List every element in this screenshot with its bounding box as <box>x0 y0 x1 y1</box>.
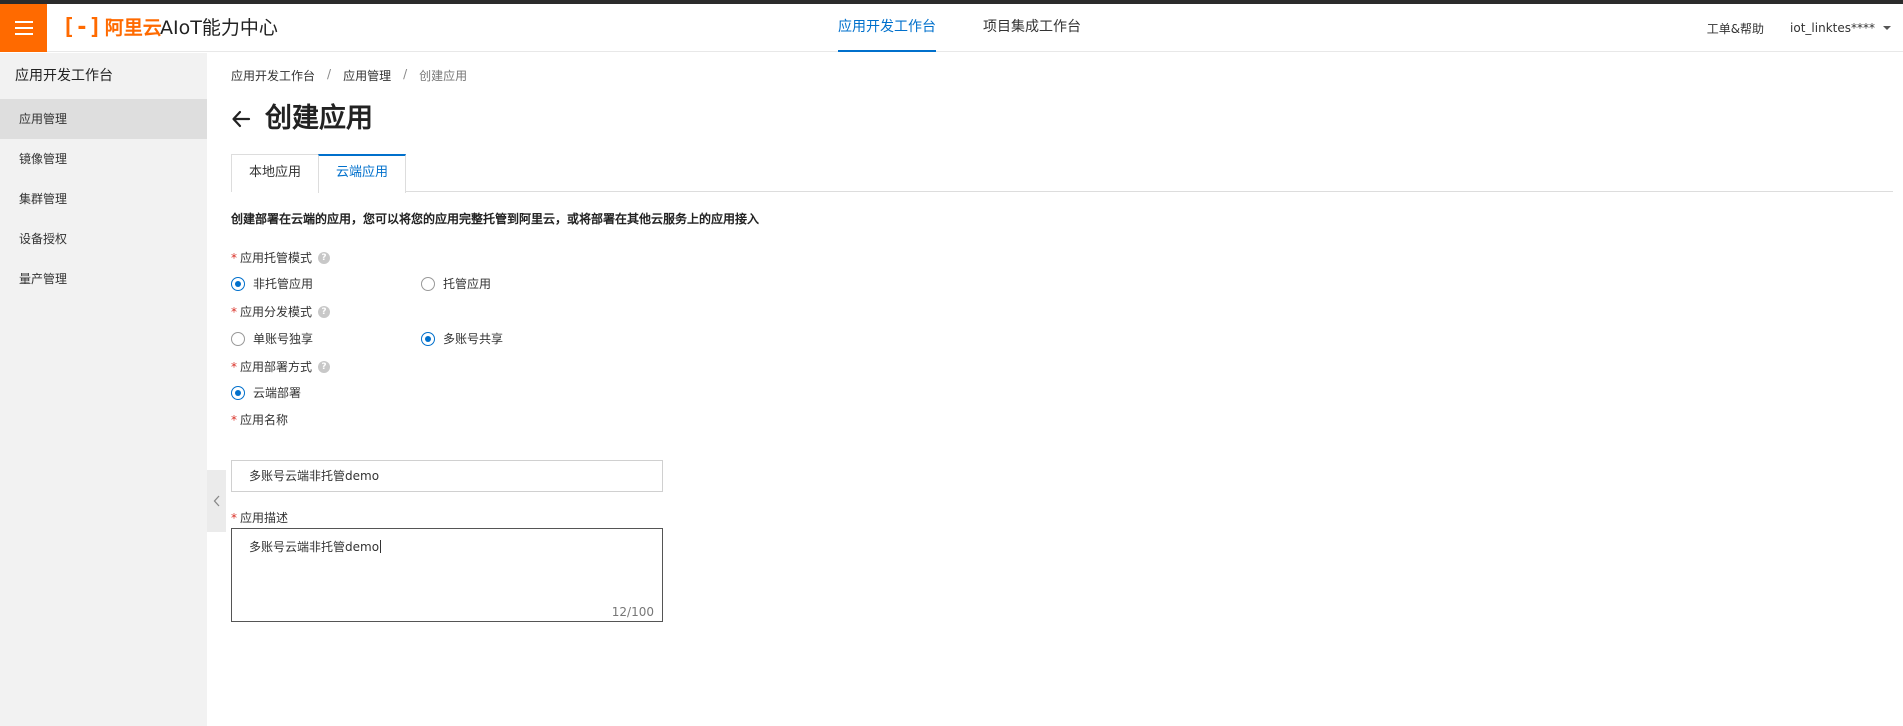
top-header: [-] 阿里云 AIoT能力中心 应用开发工作台 项目集成工作台 工单&帮助 i… <box>0 4 1903 52</box>
page-title: 创建应用 <box>265 103 373 134</box>
aliyun-logo[interactable]: [-] 阿里云 <box>62 16 162 40</box>
sidebar-collapse-button[interactable] <box>207 470 226 532</box>
top-nav-project-integration[interactable]: 项目集成工作台 <box>983 4 1081 52</box>
tab-bar: 本地应用 云端应用 <box>231 154 1893 193</box>
sidebar: 应用开发工作台 应用管理 镜像管理 集群管理 设备授权 量产管理 <box>0 53 207 726</box>
app-desc-textarea[interactable]: 多账号云端非托管demo 12/100 <box>231 528 663 622</box>
distribution-mode-label: * 应用分发模式 ? <box>231 303 331 320</box>
caret-down-icon <box>1883 26 1891 30</box>
text-cursor <box>380 540 382 553</box>
sidebar-title: 应用开发工作台 <box>15 68 113 84</box>
top-nav: 应用开发工作台 项目集成工作台 <box>838 4 1081 52</box>
username: iot_linktes**** <box>1790 21 1875 35</box>
radio-unhosted[interactable]: 非托管应用 <box>231 275 421 292</box>
radio-cloud-deploy[interactable]: 云端部署 <box>231 384 421 401</box>
distribution-mode-radio-group: 单账号独享 多账号共享 <box>231 330 611 347</box>
sidebar-item-cluster-management[interactable]: 集群管理 <box>0 179 207 219</box>
page-header: 创建应用 <box>231 101 373 137</box>
question-circle-icon[interactable]: ? <box>318 305 331 318</box>
tab-cloud-app[interactable]: 云端应用 <box>318 154 407 193</box>
char-counter: 12/100 <box>611 605 654 619</box>
app-name-label: * 应用名称 <box>231 413 289 427</box>
arrow-left-icon[interactable] <box>231 109 251 129</box>
hosting-mode-radio-group: 非托管应用 托管应用 <box>231 275 611 292</box>
hamburger-icon[interactable] <box>0 4 47 52</box>
radio-multi-account[interactable]: 多账号共享 <box>421 330 611 347</box>
radio-button-checked[interactable] <box>421 331 435 346</box>
user-menu[interactable]: iot_linktes**** <box>1790 21 1891 35</box>
header-right: 工单&帮助 iot_linktes**** <box>1707 4 1891 52</box>
breadcrumb: 应用开发工作台 / 应用管理 / 创建应用 <box>231 67 467 84</box>
radio-button-checked[interactable] <box>231 385 245 400</box>
breadcrumb-separator: / <box>403 67 408 81</box>
sidebar-item-image-management[interactable]: 镜像管理 <box>0 139 207 179</box>
form-description: 创建部署在云端的应用，您可以将您的应用完整托管到阿里云，或将部署在其他云服务上的… <box>231 212 760 226</box>
breadcrumb-app-dev[interactable]: 应用开发工作台 <box>231 67 315 84</box>
app-title: AIoT能力中心 <box>160 17 278 39</box>
breadcrumb-current: 创建应用 <box>419 69 468 83</box>
radio-button[interactable] <box>231 331 245 346</box>
hosting-mode-label: * 应用托管模式 ? <box>231 249 331 266</box>
app-name-input[interactable]: 多账号云端非托管demo <box>231 460 663 492</box>
deploy-method-label: * 应用部署方式 ? <box>231 358 331 375</box>
sidebar-item-app-management[interactable]: 应用管理 <box>0 99 207 139</box>
breadcrumb-separator: / <box>327 67 332 81</box>
top-nav-app-dev[interactable]: 应用开发工作台 <box>838 4 936 52</box>
sidebar-item-mass-production[interactable]: 量产管理 <box>0 259 207 299</box>
logo-mark-icon: [-] <box>62 15 102 40</box>
chevron-left-icon <box>213 495 219 507</box>
app-desc-text: 多账号云端非托管demo <box>249 540 380 554</box>
radio-button[interactable] <box>421 276 435 291</box>
logo-text: 阿里云 <box>104 17 162 39</box>
deploy-method-radio-group: 云端部署 <box>231 384 421 401</box>
radio-hosted[interactable]: 托管应用 <box>421 275 611 292</box>
question-circle-icon[interactable]: ? <box>318 251 331 264</box>
radio-single-account[interactable]: 单账号独享 <box>231 330 421 347</box>
ticket-help-link[interactable]: 工单&帮助 <box>1707 20 1764 37</box>
tab-local-app[interactable]: 本地应用 <box>231 154 320 192</box>
app-desc-label: * 应用描述 <box>231 511 289 525</box>
radio-button-checked[interactable] <box>231 276 245 291</box>
breadcrumb-app-management[interactable]: 应用管理 <box>343 67 391 84</box>
sidebar-item-device-authorization[interactable]: 设备授权 <box>0 219 207 259</box>
question-circle-icon[interactable]: ? <box>318 360 331 373</box>
